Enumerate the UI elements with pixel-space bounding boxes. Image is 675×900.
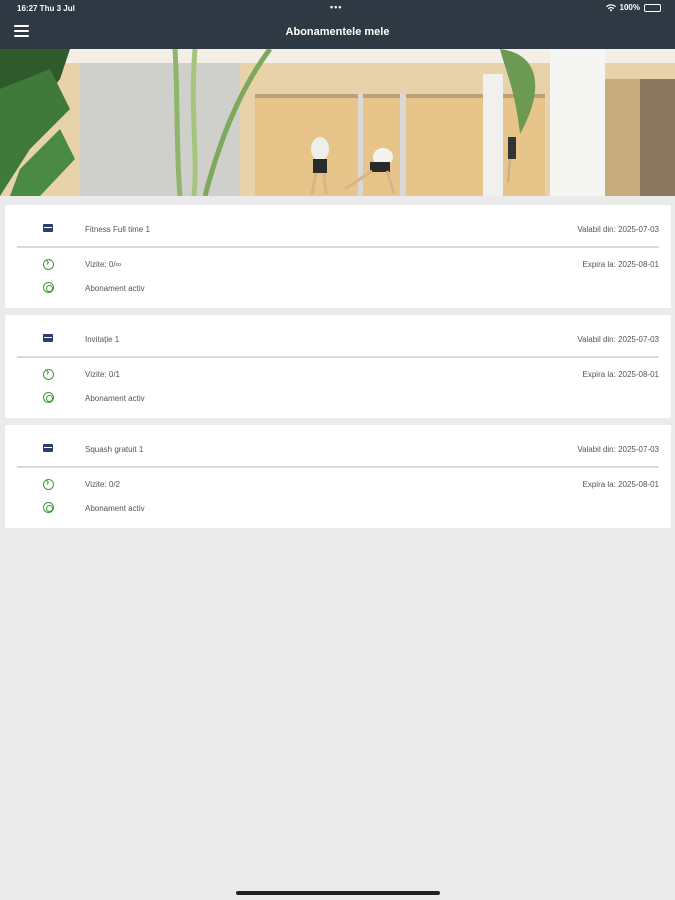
subscription-card[interactable]: Squash gratuit 1 Valabil din: 2025-07-03… [5,425,671,528]
subscription-name: Invitație 1 [85,335,120,344]
active-status-icon [43,392,54,403]
subscription-header: Squash gratuit 1 Valabil din: 2025-07-03 [5,425,671,468]
divider [17,246,659,248]
hero-image [0,49,675,196]
subscription-status: Abonament activ [85,284,145,293]
subscription-name: Fitness Full time 1 [85,225,150,234]
expires-date: Expira la: 2025-08-01 [582,480,660,489]
active-status-icon [43,282,54,293]
visits-icon [43,477,54,490]
subscription-status: Abonament activ [85,504,145,513]
expires-date: Expira la: 2025-08-01 [582,370,660,379]
wifi-icon [605,3,616,11]
battery-icon [644,3,661,12]
expires-date: Expira la: 2025-08-01 [582,260,660,269]
visits-count: Vizite: 0/∞ [85,260,122,269]
membership-card-icon [43,334,53,342]
battery-percent: 100% [619,3,640,12]
membership-card-icon [43,224,53,232]
status-time: 16:27 Thu 3 Jul [17,4,75,13]
status-bar: 16:27 Thu 3 Jul ••• 100% [0,0,675,18]
top-navbar: Abonamentele mele [0,18,675,49]
valid-from: Valabil din: 2025-07-03 [577,335,659,344]
status-right: 100% [605,3,661,12]
subscription-card[interactable]: Fitness Full time 1 Valabil din: 2025-07… [5,205,671,308]
active-status-icon [43,502,54,513]
visits-icon [43,367,54,380]
divider [17,466,659,468]
squash-court-photo [0,49,675,196]
visits-count: Vizite: 0/2 [85,480,120,489]
visits-count: Vizite: 0/1 [85,370,120,379]
membership-card-icon [43,444,53,452]
home-indicator[interactable] [236,891,440,895]
subscription-status: Abonament activ [85,394,145,403]
valid-from: Valabil din: 2025-07-03 [577,225,659,234]
subscription-header: Fitness Full time 1 Valabil din: 2025-07… [5,205,671,248]
valid-from: Valabil din: 2025-07-03 [577,445,659,454]
subscription-name: Squash gratuit 1 [85,445,144,454]
subscription-header: Invitație 1 Valabil din: 2025-07-03 [5,315,671,358]
subscription-card[interactable]: Invitație 1 Valabil din: 2025-07-03 Vizi… [5,315,671,418]
page-title: Abonamentele mele [285,26,390,38]
visits-icon [43,257,54,270]
multitask-dots[interactable]: ••• [330,2,342,12]
divider [17,356,659,358]
